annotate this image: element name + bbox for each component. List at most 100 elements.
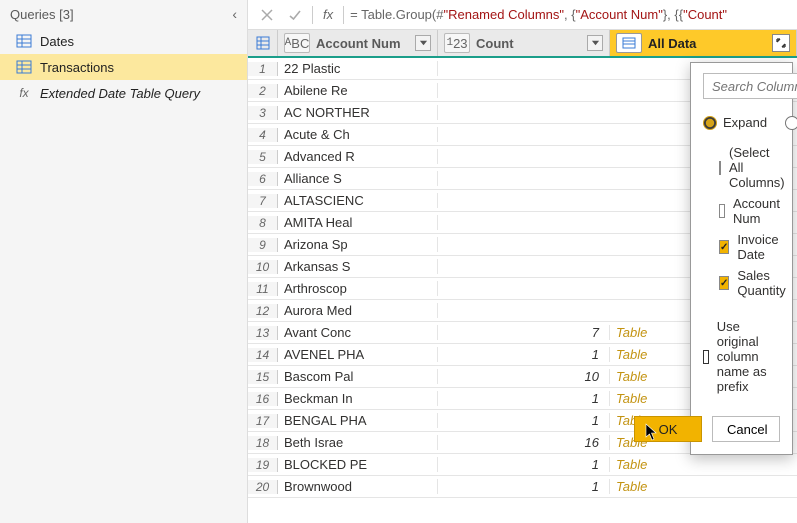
row-number: 17 [248,414,278,428]
radio-aggregate-input[interactable] [785,116,797,130]
row-number: 19 [248,458,278,472]
query-item-dates[interactable]: Dates [0,28,247,54]
cell-account-num[interactable]: Beckman In [278,391,438,406]
cell-account-num[interactable]: 22 Plastic [278,61,438,76]
filter-icon[interactable] [415,35,431,51]
text-type-icon: ABC [284,33,310,53]
table-icon[interactable] [248,30,278,56]
radio-expand[interactable]: Expand [703,115,767,130]
table-row[interactable]: 19BLOCKED PE1Table [248,454,797,476]
queries-title: Queries [3] [10,7,232,22]
cell-account-num[interactable]: Advanced R [278,149,438,164]
row-number: 7 [248,194,278,208]
column-header-count[interactable]: 123 Count [438,30,610,56]
cursor-icon [645,423,659,444]
row-number: 4 [248,128,278,142]
cell-account-num[interactable]: Arthroscop [278,281,438,296]
table-icon [16,59,32,75]
row-number: 14 [248,348,278,362]
checkbox-label: Sales Quantity [737,268,785,298]
queries-sidebar: Queries [3] ‹ Dates Transactions fx Exte… [0,0,248,523]
query-item-extended[interactable]: fx Extended Date Table Query [0,80,247,106]
cell-account-num[interactable]: Acute & Ch [278,127,438,142]
expand-column-popup: A↓Z Expand Aggregate (Select All Columns… [690,62,793,455]
cell-all-data[interactable]: Table [610,457,797,472]
column-label: All Data [648,36,772,51]
cell-count[interactable]: 1 [438,347,610,362]
cell-count[interactable]: 1 [438,479,610,494]
checkbox-icon [719,240,729,254]
fx-icon[interactable]: fx [319,7,337,22]
cancel-button[interactable]: Cancel [712,416,780,442]
cell-account-num[interactable]: BENGAL PHA [278,413,438,428]
button-label: Cancel [727,422,767,437]
cell-account-num[interactable]: ALTASCIENC [278,193,438,208]
cell-count[interactable]: 1 [438,391,610,406]
cell-account-num[interactable]: BLOCKED PE [278,457,438,472]
row-number: 1 [248,62,278,76]
row-number: 11 [248,282,278,296]
checkbox-icon [719,161,721,175]
cell-count[interactable]: 16 [438,435,610,450]
row-number: 18 [248,436,278,450]
table-row[interactable]: 20Brownwood1Table [248,476,797,498]
column-header-account-num[interactable]: ABC Account Num [278,30,438,56]
table-icon [16,33,32,49]
row-number: 10 [248,260,278,274]
cell-account-num[interactable]: Aurora Med [278,303,438,318]
grid-header: ABC Account Num 123 Count All Data [248,30,797,58]
cell-account-num[interactable]: Bascom Pal [278,369,438,384]
query-item-transactions[interactable]: Transactions [0,54,247,80]
cell-account-num[interactable]: Abilene Re [278,83,438,98]
row-number: 8 [248,216,278,230]
cell-account-num[interactable]: AMITA Heal [278,215,438,230]
mode-radio-group: Expand Aggregate [703,115,780,130]
checkbox-label: Invoice Date [737,232,780,262]
fx-icon: fx [16,85,32,101]
cell-account-num[interactable]: Brownwood [278,479,438,494]
cell-count[interactable]: 1 [438,457,610,472]
button-label: OK [659,422,678,437]
table-type-icon [616,33,642,53]
filter-icon[interactable] [587,35,603,51]
radio-label: Expand [723,115,767,130]
column-header-all-data[interactable]: All Data [610,30,797,56]
checkbox-invoice-date[interactable]: Invoice Date [719,229,780,265]
row-number: 6 [248,172,278,186]
cell-account-num[interactable]: AC NORTHER [278,105,438,120]
collapse-icon[interactable]: ‹ [232,6,237,22]
formula-input[interactable]: = Table.Group(#"Renamed Columns", {"Acco… [350,7,789,23]
number-type-icon: 123 [444,33,470,53]
checkbox-select-all[interactable]: (Select All Columns) [719,142,780,193]
cell-count[interactable]: 1 [438,413,610,428]
row-number: 9 [248,238,278,252]
button-row: OK Cancel [703,416,780,442]
column-label: Count [476,36,587,51]
cell-account-num[interactable]: Arizona Sp [278,237,438,252]
main-area: fx = Table.Group(#"Renamed Columns", {"A… [248,0,797,523]
column-checklist: (Select All Columns) Account Num Invoice… [703,142,780,301]
checkbox-account-num[interactable]: Account Num [719,193,780,229]
checkbox-prefix[interactable]: Use original column name as prefix [703,319,780,394]
checkbox-icon [719,276,729,290]
cancel-formula-icon[interactable] [256,4,278,26]
row-number: 2 [248,84,278,98]
ok-button[interactable]: OK [634,416,702,442]
query-label: Dates [40,34,74,49]
cell-account-num[interactable]: Avant Conc [278,325,438,340]
radio-expand-input[interactable] [703,116,717,130]
separator [343,6,344,24]
expand-column-icon[interactable] [772,34,790,52]
radio-aggregate[interactable]: Aggregate [785,115,797,130]
checkbox-sales-quantity[interactable]: Sales Quantity [719,265,780,301]
cell-account-num[interactable]: Beth Israe [278,435,438,450]
commit-formula-icon[interactable] [284,4,306,26]
cell-account-num[interactable]: Arkansas S [278,259,438,274]
search-input[interactable] [703,73,797,99]
cell-account-num[interactable]: AVENEL PHA [278,347,438,362]
cell-count[interactable]: 10 [438,369,610,384]
cell-all-data[interactable]: Table [610,479,797,494]
row-number: 15 [248,370,278,384]
cell-count[interactable]: 7 [438,325,610,340]
cell-account-num[interactable]: Alliance S [278,171,438,186]
